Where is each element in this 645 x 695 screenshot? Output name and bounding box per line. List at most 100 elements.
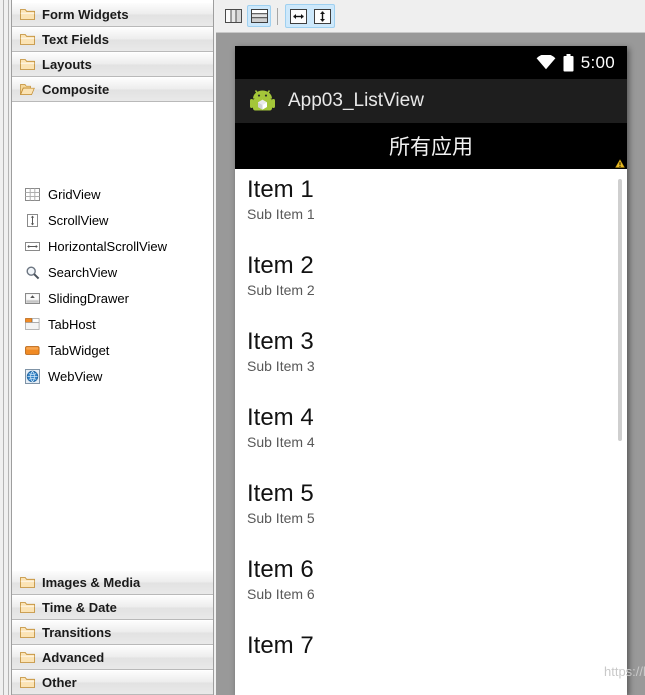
palette-widget-horizontalscrollview[interactable]: HorizontalScrollView (12, 233, 213, 259)
palette-widget-tabwidget[interactable]: TabWidget (12, 337, 213, 363)
fit-height-button[interactable] (310, 5, 334, 27)
palette-category-composite[interactable]: Composite (12, 77, 213, 102)
folder-closed-icon (20, 34, 35, 45)
folder-closed-icon (20, 577, 35, 588)
palette-widget-searchview[interactable]: SearchView (12, 259, 213, 285)
search-icon (26, 265, 40, 279)
folder-closed-icon (20, 9, 35, 20)
palette-widget-label: SlidingDrawer (48, 290, 129, 306)
palette-category-transitions[interactable]: Transitions (12, 620, 213, 645)
folder-closed-icon (20, 677, 35, 688)
listview-item[interactable]: Item 4 Sub Item 4 (235, 397, 627, 473)
globe-icon (25, 368, 40, 384)
palette-widget-list[interactable]: GridView ScrollView HorizontalScrollView Se… (12, 106, 213, 576)
palette-category-advanced[interactable]: Advanced (12, 645, 213, 670)
horizontal-resize-icon (289, 8, 307, 24)
palette-category-form-widgets[interactable]: Form Widgets (12, 2, 213, 27)
preview-toolbar (216, 0, 645, 33)
palette-category-time-date[interactable]: Time & Date (12, 595, 213, 620)
page-header-title: 所有应用 (389, 136, 473, 159)
listview-item-title: Item 5 (247, 480, 314, 507)
listview-item-title: Item 7 (247, 632, 314, 659)
listview-item-subtitle: Sub Item 5 (247, 510, 315, 527)
listview-item-title: Item 4 (247, 404, 314, 431)
listview[interactable]: Item 1 Sub Item 1 Item 2 Sub Item 2 Item 3 Su… (235, 169, 627, 695)
palette-content: Form Widgets Text Fields Layouts Composite … (11, 0, 214, 695)
palette-category-label: Images & Media (42, 575, 141, 590)
app-title: App03_ListView (288, 90, 424, 111)
listview-item-subtitle: Sub Item 3 (247, 358, 315, 375)
android-robot-icon (250, 89, 275, 110)
device-preview: 5:00 App03_ListView 所有应用 Item 1 Sub Item… (235, 46, 627, 695)
palette-category-layouts[interactable]: Layouts (12, 52, 213, 77)
listview-item[interactable]: Item 6 Sub Item 6 (235, 549, 627, 625)
columns-layout-button[interactable] (221, 5, 245, 27)
tabwidget-icon (25, 345, 40, 355)
rows-layout-button[interactable] (247, 5, 271, 27)
listview-item-title: Item 1 (247, 176, 314, 203)
palette-widget-webview[interactable]: WebView (12, 363, 213, 389)
wifi-icon (536, 55, 556, 70)
listview-item-subtitle: Sub Item 4 (247, 434, 315, 451)
folder-closed-icon (20, 627, 35, 638)
palette-widget-label: ScrollView (48, 212, 109, 228)
editor-panel: 5:00 App03_ListView 所有应用 Item 1 Sub Item… (216, 0, 645, 695)
palette-category-text-fields[interactable]: Text Fields (12, 27, 213, 52)
palette-category-other[interactable]: Other (12, 670, 213, 695)
palette-category-label: Other (42, 675, 77, 690)
listview-item-subtitle: Sub Item 2 (247, 282, 315, 299)
palette-widget-tabhost[interactable]: TabHost (12, 311, 213, 337)
palette-widget-slidingdrawer[interactable]: SlidingDrawer (12, 285, 213, 311)
folder-open-icon (20, 84, 35, 95)
folder-closed-icon (20, 602, 35, 613)
scrollview-icon (27, 213, 38, 227)
warning-triangle-icon (615, 159, 625, 168)
palette-widget-label: WebView (48, 368, 103, 384)
panel-edge-rail-inner (5, 0, 9, 695)
status-bar-clock: 5:00 (580, 52, 615, 72)
android-status-bar: 5:00 (235, 46, 627, 79)
rows-icon (250, 9, 268, 23)
sliding-drawer-icon (25, 292, 40, 304)
columns-icon (224, 9, 242, 23)
palette-category-label: Text Fields (42, 32, 109, 47)
palette-bottom-categories: Images & Media Time & Date Transitions Adva… (12, 570, 213, 695)
folder-closed-icon (20, 59, 35, 70)
listview-item[interactable]: Item 5 Sub Item 5 (235, 473, 627, 549)
listview-scrollbar[interactable] (618, 179, 622, 441)
folder-closed-icon (20, 652, 35, 663)
listview-item[interactable]: Item 3 Sub Item 3 (235, 321, 627, 397)
listview-item-title: Item 3 (247, 328, 314, 355)
listview-item-subtitle: Sub Item 1 (247, 206, 315, 223)
listview-item[interactable]: Item 7 (235, 625, 627, 695)
app-window: Form Widgets Text Fields Layouts Composite … (0, 0, 645, 695)
android-action-bar: App03_ListView (235, 79, 627, 123)
palette-widget-scrollview[interactable]: ScrollView (12, 207, 213, 233)
palette-widget-label: SearchView (48, 264, 118, 280)
palette-category-label: Time & Date (42, 600, 117, 615)
page-header: 所有应用 (235, 123, 627, 169)
battery-icon (563, 53, 574, 71)
listview-item-subtitle: Sub Item 6 (247, 586, 315, 603)
gridview-icon (25, 187, 40, 201)
palette-widget-label: HorizontalScrollView (48, 238, 167, 254)
palette-category-label: Form Widgets (42, 7, 129, 22)
fit-button-group (285, 4, 335, 28)
listview-item-title: Item 6 (247, 556, 314, 583)
palette-widget-gridview[interactable]: GridView (12, 181, 213, 207)
palette-widget-label: TabHost (48, 316, 96, 332)
horizontal-scrollview-icon (25, 241, 40, 251)
tabhost-icon (25, 317, 40, 330)
vertical-resize-icon (313, 8, 331, 24)
palette-top-categories: Form Widgets Text Fields Layouts Composite (12, 2, 213, 102)
palette-category-label: Layouts (42, 57, 92, 72)
toolbar-separator (277, 7, 278, 25)
widget-list-spacer (12, 106, 213, 181)
listview-item[interactable]: Item 1 Sub Item 1 (235, 169, 627, 245)
listview-item[interactable]: Item 2 Sub Item 2 (235, 245, 627, 321)
palette-category-label: Composite (42, 82, 110, 97)
palette-panel: Form Widgets Text Fields Layouts Composite … (0, 0, 216, 695)
fit-width-button[interactable] (286, 5, 310, 27)
palette-category-label: Transitions (42, 625, 112, 640)
palette-category-images-media[interactable]: Images & Media (12, 570, 213, 595)
